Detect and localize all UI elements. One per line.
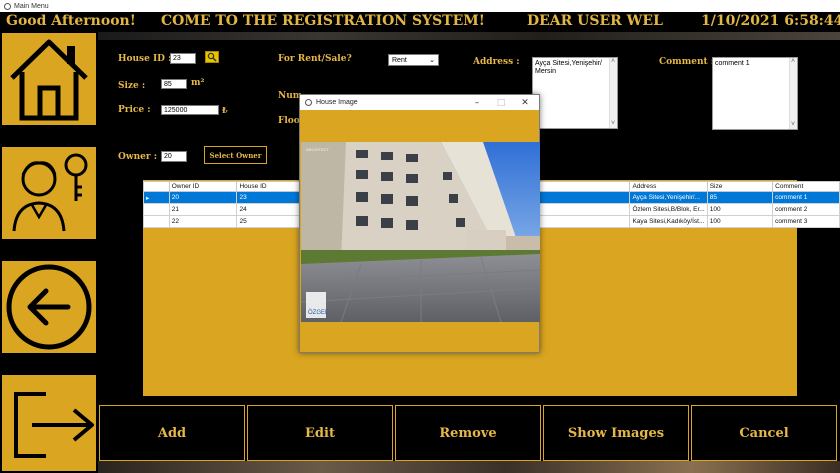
exit-icon: [14, 392, 94, 458]
comment-label: Comment :: [659, 57, 715, 67]
home-icon: [10, 39, 88, 121]
cancel-button[interactable]: Cancel: [691, 405, 837, 461]
house-image-window[interactable]: House Image – □ ✕ ÖZGEL ARCHITECT: [299, 94, 540, 353]
cell-house-id[interactable]: 24: [236, 203, 307, 216]
user-label: DEAR USER WEL: [527, 13, 663, 29]
watermark-small-text: ARCHITECT: [306, 147, 329, 152]
column-header-address[interactable]: Address: [629, 181, 708, 192]
cell-house-id[interactable]: 25: [236, 215, 307, 228]
comment-scrollbar[interactable]: [789, 58, 797, 129]
row-header-corner: [143, 181, 170, 192]
watermark-logo-text: ÖZGEL: [308, 309, 329, 316]
show-images-button[interactable]: Show Images: [543, 405, 689, 461]
size-input[interactable]: 85: [161, 79, 187, 89]
cell-comment[interactable]: comment 1: [772, 191, 840, 204]
house-id-label: House ID :: [118, 54, 172, 64]
rent-sale-select[interactable]: Rent ⌄: [388, 54, 439, 66]
cell-size[interactable]: 100: [706, 203, 774, 216]
sidebar-home-button[interactable]: [0, 31, 98, 127]
cell-owner-id[interactable]: 21: [168, 203, 238, 216]
chevron-down-icon: ⌄: [429, 57, 435, 64]
window-titlebar: Main Menu: [0, 0, 840, 12]
sidebar-back-button[interactable]: [0, 259, 98, 355]
comment-textarea[interactable]: comment 1: [712, 57, 798, 130]
app-icon: [305, 99, 312, 106]
edit-button[interactable]: Edit: [247, 405, 393, 461]
datetime-label: 1/10/2021 6:58:44 PM: [701, 13, 840, 29]
cell-size[interactable]: 85: [706, 191, 774, 204]
close-icon[interactable]: ✕: [513, 95, 537, 110]
greeting-label: Good Afternoon!: [6, 13, 136, 29]
minimize-icon[interactable]: –: [465, 95, 489, 110]
comment-text: comment 1: [715, 60, 750, 67]
background-photo-bottom: [98, 461, 840, 473]
row-selector[interactable]: [143, 215, 170, 228]
app-icon: [4, 2, 11, 10]
column-header-comment[interactable]: Comment: [772, 181, 840, 192]
maximize-icon: □: [496, 97, 506, 108]
add-button[interactable]: Add: [99, 405, 245, 461]
row-selector-icon[interactable]: ▸: [143, 191, 170, 204]
house-id-input[interactable]: 23: [170, 53, 196, 64]
background-photo-top: [98, 32, 840, 40]
column-header-owner-id[interactable]: Owner ID: [168, 181, 238, 192]
cell-owner-id[interactable]: 20: [168, 191, 238, 204]
cell-house-id[interactable]: 23: [236, 191, 307, 204]
search-house-button[interactable]: [205, 51, 219, 63]
popup-titlebar[interactable]: House Image – □ ✕: [300, 95, 539, 110]
select-owner-button[interactable]: Select Owner: [204, 146, 267, 164]
column-header-house-id[interactable]: House ID: [236, 181, 307, 192]
address-label: Address :: [473, 57, 520, 67]
popup-title: House Image: [316, 99, 358, 106]
column-header-size[interactable]: Size: [706, 181, 774, 192]
header-bar: Good Afternoon! COME TO THE REGISTRATION…: [0, 12, 840, 32]
address-textarea[interactable]: Ayça Sitesi,Yenişehir/Mersin: [532, 57, 618, 129]
back-arrow-icon: [6, 264, 92, 350]
cell-address[interactable]: Ayça Sitesi,Yenişehir/...: [629, 191, 708, 204]
floor-label: Floo: [278, 116, 300, 126]
owner-label: Owner :: [118, 152, 158, 162]
rent-sale-label: For Rent/Sale?: [278, 54, 352, 64]
currency-label: ₺: [222, 105, 228, 115]
cell-comment[interactable]: comment 3: [772, 215, 840, 228]
address-scrollbar[interactable]: [609, 58, 617, 128]
search-icon: [207, 52, 217, 62]
remove-button[interactable]: Remove: [395, 405, 541, 461]
cell-comment[interactable]: comment 2: [772, 203, 840, 216]
price-label: Price :: [118, 105, 151, 115]
cell-owner-id[interactable]: 22: [168, 215, 238, 228]
owner-input[interactable]: 20: [161, 151, 187, 162]
sidebar-owner-button[interactable]: [0, 145, 98, 241]
cell-size[interactable]: 100: [706, 215, 774, 228]
welcome-title: COME TO THE REGISTRATION SYSTEM!: [161, 13, 485, 29]
window-title: Main Menu: [14, 2, 49, 10]
cell-address[interactable]: Özlem Sitesi,B/Blok, Er...: [629, 203, 708, 216]
owner-icon: [12, 153, 88, 232]
row-selector[interactable]: [143, 203, 170, 216]
address-text: Ayça Sitesi,Yenişehir/Mersin: [535, 60, 602, 75]
house-photo: ÖZGEL ARCHITECT: [301, 142, 540, 322]
size-label: Size :: [118, 81, 146, 91]
price-input[interactable]: 125000: [161, 105, 219, 115]
rent-sale-value: Rent: [392, 56, 407, 64]
cell-address[interactable]: Kaya Sitesi,Kadıköy/İst...: [629, 215, 708, 228]
size-unit-label: m²: [191, 78, 205, 88]
sidebar-exit-button[interactable]: [0, 373, 98, 473]
